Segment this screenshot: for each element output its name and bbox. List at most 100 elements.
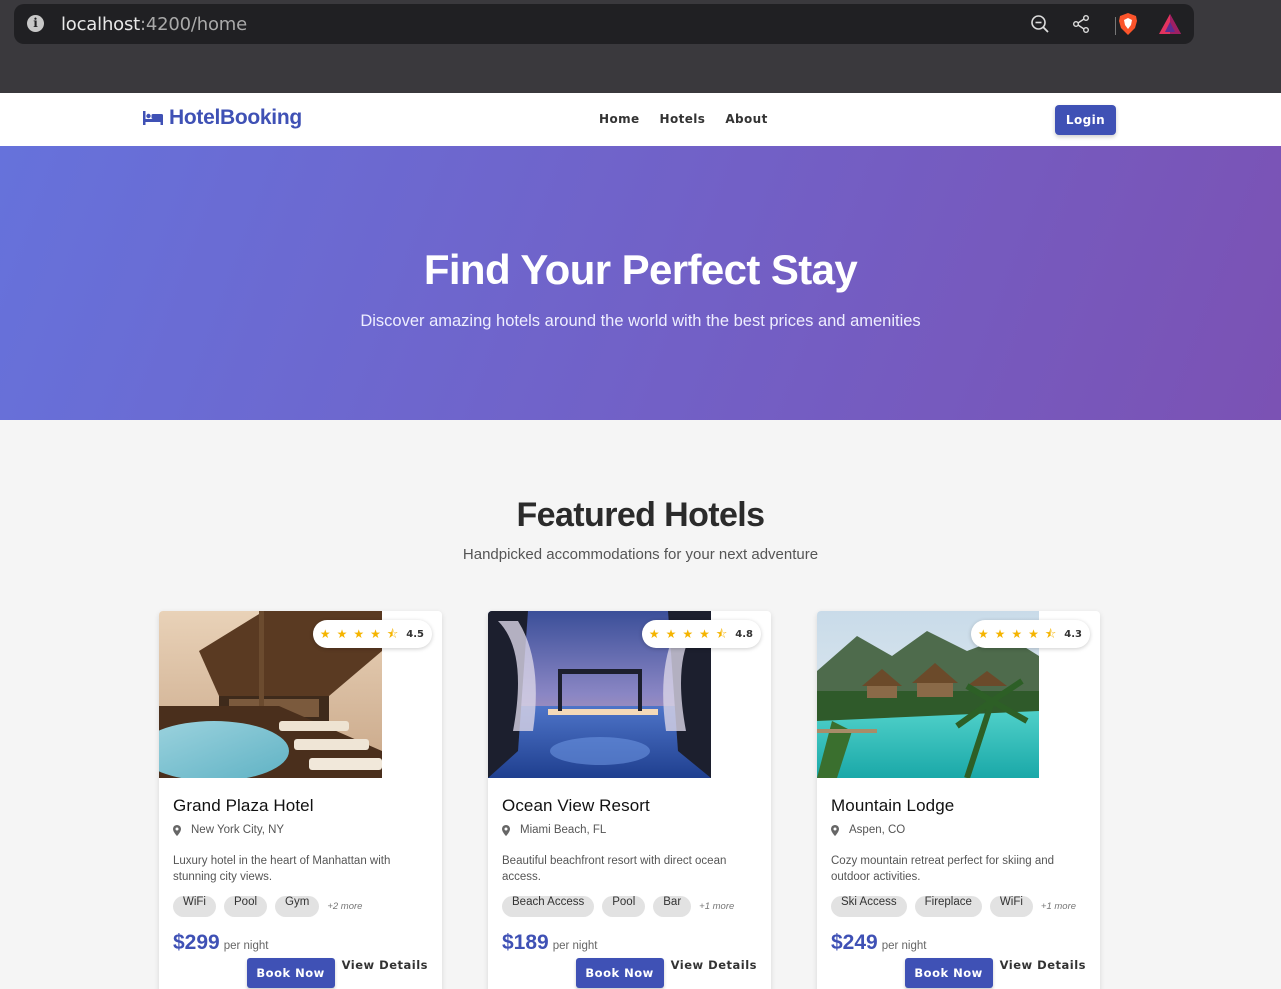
more-amenities: +1 more: [1040, 901, 1077, 912]
login-button[interactable]: Login: [1055, 105, 1116, 135]
hotel-location: Miami Beach, FL: [502, 824, 760, 836]
zoom-icon[interactable]: [1030, 14, 1050, 34]
top-navbar: HotelBooking Home Hotels About Login: [0, 93, 1281, 146]
toolbar-divider: [1115, 17, 1116, 35]
price-value: $299: [173, 931, 220, 954]
rating-badge: ★ ★ ★ ★ ⯪ 4.5: [312, 620, 432, 648]
star-icon: ★: [1028, 627, 1039, 641]
hotel-bed-icon: [143, 111, 163, 125]
brave-shield-icon[interactable]: [1117, 12, 1139, 36]
amenity-chip: Beach Access: [502, 896, 595, 917]
main-nav: Home Hotels About: [589, 112, 778, 126]
card-body: Mountain Lodge Aspen, CO Cozy mountain r…: [831, 796, 1089, 955]
url-text[interactable]: localhost:4200/home: [61, 14, 247, 35]
rating-value: 4.8: [735, 628, 753, 640]
view-details-button[interactable]: View Details: [1000, 958, 1086, 988]
location-text: Aspen, CO: [849, 824, 906, 836]
star-icon: ★: [977, 627, 989, 641]
hotel-location: New York City, NY: [173, 824, 431, 836]
address-bar[interactable]: i localhost:4200/home: [14, 4, 1194, 44]
star-icon: ★: [353, 627, 365, 641]
amenity-chips: Beach Access Pool Bar +1 more: [502, 896, 760, 917]
share-icon[interactable]: [1071, 14, 1091, 34]
location-pin-icon: [173, 824, 181, 836]
book-now-button[interactable]: Book Now: [575, 958, 664, 988]
amenity-chips: Ski Access Fireplace WiFi +1 more: [831, 896, 1089, 917]
star-icon: ★: [319, 627, 331, 641]
location-text: New York City, NY: [191, 824, 285, 836]
amenity-chip: Gym: [275, 896, 320, 917]
hotel-description: Beautiful beachfront resort with direct …: [502, 855, 727, 883]
card-body: Grand Plaza Hotel New York City, NY Luxu…: [173, 796, 431, 955]
rating-badge: ★ ★ ★ ★ ⯪ 4.8: [641, 620, 761, 648]
amenity-chip: Ski Access: [831, 896, 907, 917]
rating-stars: ★ ★ ★ ★ ⯪: [649, 628, 727, 640]
nav-link-home[interactable]: Home: [589, 112, 650, 126]
hotel-card[interactable]: ★ ★ ★ ★ ⯪ 4.5 Grand Plaza Hotel New York Cit…: [159, 611, 442, 989]
star-half-icon: ⯪: [715, 627, 728, 641]
rating-stars: ★ ★ ★ ★ ⯪: [320, 628, 398, 640]
price-value: $249: [831, 931, 878, 954]
amenity-chip: Pool: [224, 896, 268, 917]
price-row: $249 per night: [831, 931, 1089, 955]
amenity-chip: WiFi: [173, 896, 216, 917]
star-icon: ★: [336, 627, 348, 641]
hotel-name[interactable]: Ocean View Resort: [502, 796, 760, 816]
hotel-location: Aspen, CO: [831, 824, 1089, 836]
hero-subtitle: Discover amazing hotels around the world…: [360, 312, 921, 330]
star-half-icon: ⯪: [386, 627, 399, 641]
hotel-name[interactable]: Grand Plaza Hotel: [173, 796, 431, 816]
location-text: Miami Beach, FL: [520, 824, 607, 836]
browser-chrome: i localhost:4200/home: [0, 0, 1281, 93]
more-amenities: +2 more: [327, 901, 363, 912]
rating-value: 4.3: [1064, 628, 1082, 640]
price-row: $189 per night: [502, 931, 760, 955]
info-icon[interactable]: i: [27, 15, 44, 32]
more-amenities: +1 more: [699, 901, 735, 912]
card-actions: Book Now View Details: [159, 958, 442, 988]
price-unit: per night: [881, 940, 927, 952]
star-icon: ★: [994, 627, 1006, 641]
hotel-card[interactable]: ★ ★ ★ ★ ⯪ 4.3 Mountain Lodge Aspen, CO Cozy …: [817, 611, 1100, 989]
location-pin-icon: [831, 824, 839, 836]
nav-link-hotels[interactable]: Hotels: [650, 112, 716, 126]
hero-title: Find Your Perfect Stay: [423, 246, 858, 293]
amenity-chip: Bar: [653, 896, 692, 917]
rating-badge: ★ ★ ★ ★ ⯪ 4.3: [970, 620, 1090, 648]
brand-logo[interactable]: HotelBooking: [143, 106, 302, 130]
star-icon: ★: [699, 627, 710, 641]
hotel-description: Luxury hotel in the heart of Manhattan w…: [173, 855, 391, 883]
price-unit: per night: [552, 940, 598, 952]
brand-name: HotelBooking: [169, 106, 302, 129]
star-icon: ★: [1011, 627, 1023, 641]
amenity-chips: WiFi Pool Gym +2 more: [173, 896, 431, 917]
book-now-button[interactable]: Book Now: [246, 958, 335, 988]
star-icon: ★: [648, 627, 660, 641]
amenity-chip: WiFi: [989, 896, 1033, 917]
view-details-button[interactable]: View Details: [671, 958, 757, 988]
price-value: $189: [502, 931, 549, 954]
price-unit: per night: [223, 940, 269, 952]
card-actions: Book Now View Details: [817, 958, 1100, 988]
brave-rewards-icon[interactable]: [1158, 13, 1182, 35]
star-icon: ★: [682, 627, 694, 641]
featured-title: Featured Hotels: [516, 496, 766, 534]
price-row: $299 per night: [173, 931, 431, 955]
location-pin-icon: [502, 824, 510, 836]
nav-link-about[interactable]: About: [715, 112, 777, 126]
book-now-button[interactable]: Book Now: [904, 958, 993, 988]
rating-stars: ★ ★ ★ ★ ⯪: [978, 628, 1056, 640]
card-actions: Book Now View Details: [488, 958, 771, 988]
featured-subtitle: Handpicked accommodations for your next …: [462, 546, 819, 563]
view-details-button[interactable]: View Details: [342, 958, 428, 988]
hotel-name[interactable]: Mountain Lodge: [831, 796, 1089, 816]
star-half-icon: ⯪: [1044, 627, 1057, 641]
hotel-card[interactable]: ★ ★ ★ ★ ⯪ 4.8 Ocean View Resort Miami Beach,…: [488, 611, 771, 989]
star-icon: ★: [665, 627, 677, 641]
hero-banner: Find Your Perfect Stay Discover amazing …: [0, 146, 1281, 420]
amenity-chip: Fireplace: [914, 896, 982, 917]
hotel-description: Cozy mountain retreat perfect for skiing…: [831, 855, 1055, 883]
star-icon: ★: [370, 627, 381, 641]
card-body: Ocean View Resort Miami Beach, FL Beauti…: [502, 796, 760, 955]
amenity-chip: Pool: [602, 896, 646, 917]
